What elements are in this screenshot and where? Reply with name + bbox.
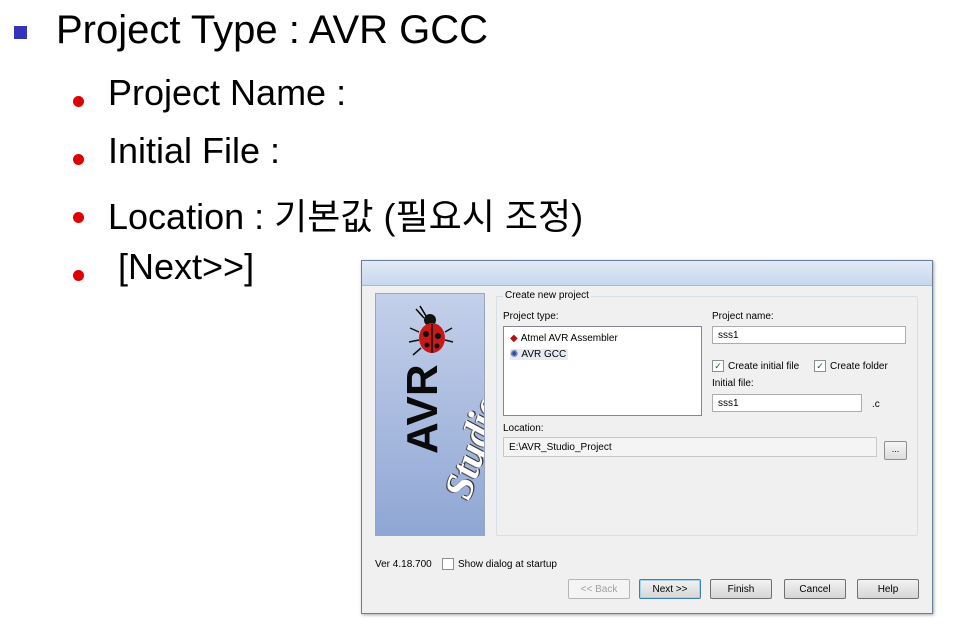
file-extension-label: .c [872, 399, 880, 410]
create-initial-file-checkbox[interactable]: ✓ Create initial file [712, 360, 799, 372]
project-type-label: Project type: [503, 311, 559, 322]
project-name-label: Project name: [712, 311, 774, 322]
back-button[interactable]: << Back [568, 579, 630, 599]
group-label: Create new project [503, 290, 591, 301]
next-button[interactable]: Next >> [639, 579, 701, 599]
initial-file-label: Initial file: [712, 378, 754, 389]
bullet-dot-icon [73, 96, 84, 107]
cancel-button[interactable]: Cancel [784, 579, 846, 599]
bullet-dot-icon [73, 212, 84, 223]
avr-logo-text: AVR [398, 364, 447, 454]
project-name-input[interactable]: sss1 [712, 326, 906, 344]
location-field[interactable]: E:\AVR_Studio_Project [503, 437, 877, 457]
checkbox-label: Create initial file [728, 360, 800, 372]
bullet-dot-icon [73, 154, 84, 165]
list-item-label: Atmel AVR Assembler [520, 333, 618, 344]
show-dialog-checkbox[interactable]: Show dialog at startup [442, 558, 557, 570]
browse-button[interactable]: ... [884, 441, 907, 460]
new-project-dialog: AVR Studio 4 Create new project Project … [361, 260, 933, 614]
help-button[interactable]: Help [857, 579, 919, 599]
square-bullet-icon [14, 26, 27, 39]
bullet-location: Location : 기본값 (필요시 조정) [108, 196, 584, 237]
bullet-next: [Next>>] [108, 246, 255, 287]
list-item-label: AVR GCC [521, 349, 567, 360]
avr-studio-splash: AVR Studio 4 [375, 293, 485, 536]
location-label: Location: [503, 423, 544, 434]
checkbox-label: Show dialog at startup [458, 558, 557, 570]
checkmark-icon: ✓ [814, 360, 826, 372]
bullet-dot-icon [73, 270, 84, 281]
slide-heading: Project Type : AVR GCC [56, 8, 489, 52]
checkbox-label: Create folder [830, 360, 888, 372]
finish-button[interactable]: Finish [710, 579, 772, 599]
list-item-assembler[interactable]: ◆ Atmel AVR Assembler [510, 333, 618, 344]
diamond-icon: ◆ [510, 333, 518, 344]
list-item-avr-gcc[interactable]: ✺ AVR GCC [510, 349, 569, 360]
project-type-list[interactable]: ◆ Atmel AVR Assembler ✺ AVR GCC [503, 326, 702, 416]
version-label: Ver 4.18.700 [375, 559, 432, 570]
checkbox-empty-icon [442, 558, 454, 570]
create-folder-checkbox[interactable]: ✓ Create folder [814, 360, 888, 372]
checkmark-icon: ✓ [712, 360, 724, 372]
bullet-initial-file: Initial File : [108, 130, 281, 171]
dialog-titlebar[interactable] [362, 261, 932, 286]
initial-file-input[interactable]: sss1 [712, 394, 862, 412]
ladybug-icon [408, 305, 454, 356]
gcc-icon: ✺ [510, 349, 519, 360]
bullet-project-name: Project Name : [108, 72, 347, 113]
